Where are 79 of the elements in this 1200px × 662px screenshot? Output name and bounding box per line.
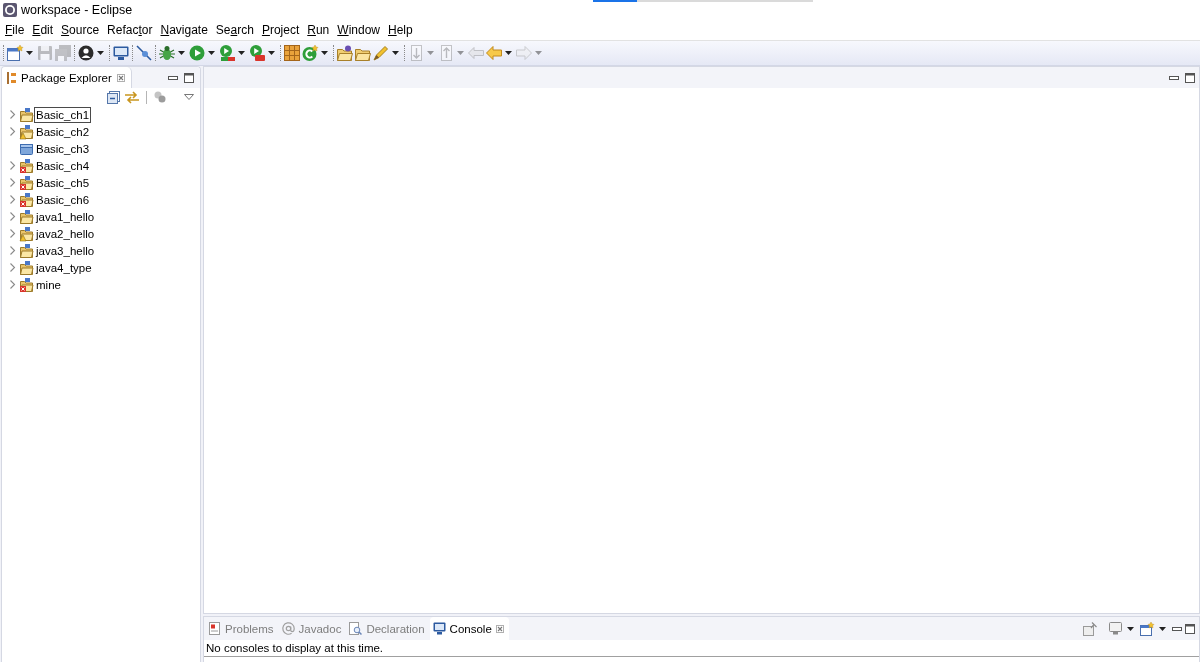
tree-item[interactable]: Basic_ch5 [34, 174, 92, 191]
minimize-icon[interactable] [1169, 75, 1179, 80]
tree-item[interactable]: Basic_ch6 [34, 191, 92, 208]
minimize-icon[interactable] [1172, 626, 1182, 631]
minimize-icon[interactable] [168, 75, 178, 80]
monitor-icon [432, 622, 446, 635]
new-window-icon[interactable] [7, 45, 23, 61]
menu-item[interactable]: File [5, 23, 25, 37]
tree-item[interactable]: Basic_ch3 [34, 140, 92, 157]
console-message: No consoles to display at this time. [204, 640, 1199, 657]
tree-item[interactable]: Basic_ch4 [34, 157, 92, 174]
menu-item[interactable]: Help [388, 23, 413, 37]
close-icon[interactable] [495, 624, 504, 633]
slashed-dot-icon[interactable] [136, 45, 152, 61]
dropdown-caret-icon[interactable] [1127, 626, 1134, 631]
expand-caret-icon[interactable] [9, 246, 15, 255]
document-icon [208, 622, 221, 635]
bug-icon[interactable] [159, 45, 175, 61]
tree-item[interactable]: java3_hello [34, 242, 97, 259]
tree-item[interactable]: java2_hello [34, 225, 97, 242]
monitor-icon[interactable] [113, 45, 129, 61]
expand-caret-icon[interactable] [9, 195, 15, 204]
pencil-icon[interactable] [373, 45, 389, 61]
view-tab[interactable]: Package Explorer [2, 67, 132, 88]
dropdown-caret-icon[interactable] [238, 51, 245, 55]
monitor-icon[interactable] [1109, 622, 1122, 635]
menu-item[interactable]: Run [307, 23, 330, 37]
dropdown-caret-icon[interactable] [26, 51, 33, 55]
tree-item[interactable]: Basic_ch2 [34, 123, 92, 140]
link-arrows-icon[interactable] [125, 90, 139, 104]
close-icon[interactable] [116, 73, 125, 82]
at-sign-icon [281, 622, 295, 635]
maximize-icon[interactable] [1185, 623, 1195, 634]
pinned-window-icon[interactable] [1083, 621, 1097, 636]
circles-icon[interactable] [154, 91, 166, 103]
expand-caret-icon[interactable] [9, 263, 15, 272]
dropdown-caret-icon[interactable] [268, 51, 275, 55]
maximize-icon[interactable] [184, 72, 194, 83]
dropdown-caret-icon[interactable] [208, 51, 215, 55]
panel-tab[interactable]: Javadoc [278, 617, 347, 640]
expand-caret-icon[interactable] [9, 212, 15, 221]
panel-tab[interactable]: Console [429, 617, 509, 640]
expand-caret-icon[interactable] [9, 110, 15, 119]
expand-caret-icon[interactable] [9, 280, 15, 289]
dropdown-caret-icon[interactable] [505, 51, 512, 55]
menu-item[interactable]: Edit [32, 23, 54, 37]
play-box-icon[interactable] [249, 45, 265, 61]
menu-item[interactable]: Project [261, 23, 300, 37]
hierarchy-icon [7, 71, 16, 84]
user-circle-icon[interactable] [78, 45, 94, 61]
dropdown-caret-icon[interactable] [392, 51, 399, 55]
expand-caret-icon[interactable] [9, 161, 15, 170]
dropdown-caret-icon[interactable] [97, 51, 104, 55]
dropdown-caret-icon[interactable] [1159, 626, 1166, 631]
expand-caret-icon[interactable] [9, 178, 15, 187]
tree-item[interactable]: java1_hello [34, 208, 97, 225]
menu-item[interactable]: Refactor [107, 23, 153, 37]
collapse-all-icon[interactable] [107, 90, 120, 104]
menu-item[interactable]: Source [61, 23, 100, 37]
dropdown-caret-icon[interactable] [178, 51, 185, 55]
menu-item[interactable]: Navigate [160, 23, 208, 37]
folder-icon[interactable] [337, 45, 353, 61]
expand-caret-icon[interactable] [9, 229, 15, 238]
view-menu-icon[interactable] [184, 94, 194, 100]
panel-tab[interactable]: Declaration [346, 617, 430, 640]
app-icon [3, 3, 17, 17]
document-search-icon [349, 622, 363, 635]
window-title: workspace - Eclipse [21, 3, 133, 17]
dropdown-caret-icon[interactable] [321, 51, 328, 55]
menu-item[interactable]: Search [215, 23, 254, 37]
play-bar-icon[interactable] [219, 45, 235, 61]
new-window-icon[interactable] [1140, 621, 1154, 636]
maximize-icon[interactable] [1185, 72, 1195, 83]
tree-item[interactable]: Basic_ch1 [34, 106, 92, 123]
menu-item[interactable]: Window [337, 23, 380, 37]
expand-caret-icon[interactable] [9, 127, 15, 136]
tree-item[interactable]: java4_type [34, 259, 94, 276]
tree-item[interactable]: mine [34, 276, 63, 293]
panel-tab[interactable]: Problems [205, 617, 279, 640]
